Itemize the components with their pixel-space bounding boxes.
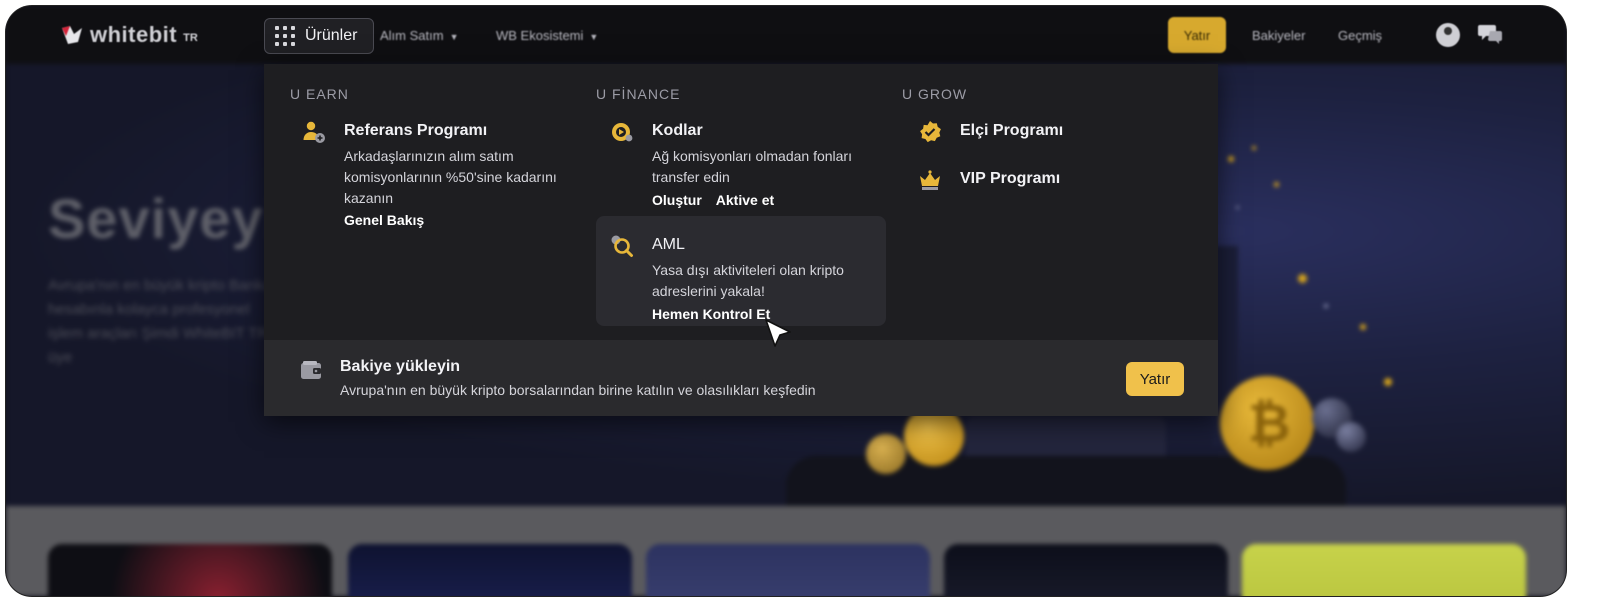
deposit-promo-button[interactable]: Yatır: [1126, 362, 1184, 396]
crown-icon: [920, 170, 940, 190]
browser-frame: Seviyeyi Avrupa'nın en büyük kripto Bank…: [6, 6, 1566, 596]
promo-card: [944, 544, 1228, 596]
overview-link[interactable]: Genel Bakış: [344, 212, 424, 228]
promo-title: Bakiye yükleyin: [340, 358, 461, 375]
hero-title: Seviyeyi: [48, 187, 281, 250]
sparkle: [1252, 146, 1256, 150]
chevron-down-icon: ▼: [449, 32, 459, 42]
profile-avatar-icon[interactable]: [1436, 23, 1460, 47]
products-mega-menu: U EARN Referans Programı Arkadaşlarınızı…: [264, 64, 1218, 416]
create-code-link[interactable]: Oluştur: [652, 192, 702, 208]
menu-item-links: Oluştur Aktive et: [652, 192, 788, 208]
menu-item-title: Elçi Programı: [960, 122, 1064, 139]
hero-paragraph: Avrupa'nın en büyük kripto Banka hesabın…: [48, 277, 288, 366]
menu-item-links: Genel Bakış: [344, 212, 438, 228]
products-label: Ürünler: [305, 27, 358, 44]
gold-coin-small: [866, 434, 906, 474]
whitebit-logo[interactable]: whitebit TR: [60, 22, 198, 48]
logo-icon: [62, 26, 82, 44]
nav-link-trade[interactable]: Alım Satım ▼: [380, 28, 459, 43]
sparkle: [1298, 274, 1307, 283]
nav-link-label: WB Ekosistemi: [496, 28, 584, 43]
menu-item-codes[interactable]: Kodlar Ağ komisyonları olmadan fonları t…: [610, 120, 880, 210]
menu-item-description: Yasa dışı aktiviteleri olan kripto adres…: [652, 262, 844, 299]
chat-icon[interactable]: [1478, 22, 1504, 46]
menu-item-description: Arkadaşlarınızın alım satım komisyonları…: [344, 148, 557, 206]
history-link[interactable]: Geçmiş: [1338, 28, 1382, 43]
top-nav: whitebit TR Ürünler Alım Satım ▼ WB Ekosi…: [6, 6, 1566, 64]
badge-check-icon: [920, 121, 941, 143]
balances-link[interactable]: Bakiyeler: [1252, 28, 1305, 43]
menu-item-title: Referans Programı: [344, 122, 488, 139]
bitcoin-symbol: ₿: [1248, 394, 1291, 454]
mouse-cursor-icon: [765, 319, 791, 347]
grid-icon: [275, 26, 295, 46]
check-now-link[interactable]: Hemen Kontrol Et: [652, 306, 770, 322]
column-heading-grow: U GROW: [902, 86, 968, 102]
chevron-down-icon: ▼: [589, 32, 599, 42]
wallet-icon: [301, 361, 321, 379]
menu-item-ambassador[interactable]: Elçi Programı: [918, 120, 1178, 148]
sparkle: [1384, 378, 1392, 386]
promo-subtitle: Avrupa'nın en büyük kripto borsalarından…: [340, 382, 816, 398]
dark-sphere-small: [1336, 422, 1366, 452]
column-heading-earn: U EARN: [290, 86, 349, 102]
sparkle: [1236, 206, 1239, 209]
promo-card: [646, 544, 930, 596]
search-coin-icon: [611, 235, 633, 257]
column-heading-finance: U FİNANCE: [596, 86, 681, 102]
nav-link-label: Alım Satım: [380, 28, 444, 43]
promo-card: [48, 544, 332, 596]
menu-item-description: Ağ komisyonları olmadan fonları transfer…: [652, 148, 852, 185]
menu-item-title: AML: [652, 236, 685, 253]
products-menu-button[interactable]: Ürünler: [264, 18, 374, 54]
code-coin-icon: [612, 123, 633, 142]
promo-card: [348, 544, 632, 596]
activate-code-link[interactable]: Aktive et: [716, 192, 774, 208]
nav-link-ecosystem[interactable]: WB Ekosistemi ▼: [496, 28, 598, 43]
logo-suffix: TR: [183, 32, 198, 44]
deposit-promo-band: Bakiye yükleyin Avrupa'nın en büyük krip…: [264, 340, 1218, 416]
menu-item-referral[interactable]: Referans Programı Arkadaşlarınızın alım …: [302, 120, 582, 230]
user-plus-icon: [303, 121, 325, 143]
sparkle: [1228, 156, 1234, 162]
menu-item-title: Kodlar: [652, 122, 703, 139]
menu-item-vip[interactable]: VIP Programı: [918, 168, 1178, 196]
promo-card: [1242, 544, 1526, 596]
logo-text: whitebit: [90, 22, 178, 47]
menu-item-aml[interactable]: AML Yasa dışı aktiviteleri olan kripto a…: [610, 234, 880, 324]
sparkle: [1324, 304, 1328, 308]
sparkle: [1360, 324, 1366, 330]
deposit-button[interactable]: Yatır: [1168, 17, 1226, 53]
menu-item-title: VIP Programı: [960, 170, 1061, 187]
sparkle: [1274, 182, 1279, 187]
